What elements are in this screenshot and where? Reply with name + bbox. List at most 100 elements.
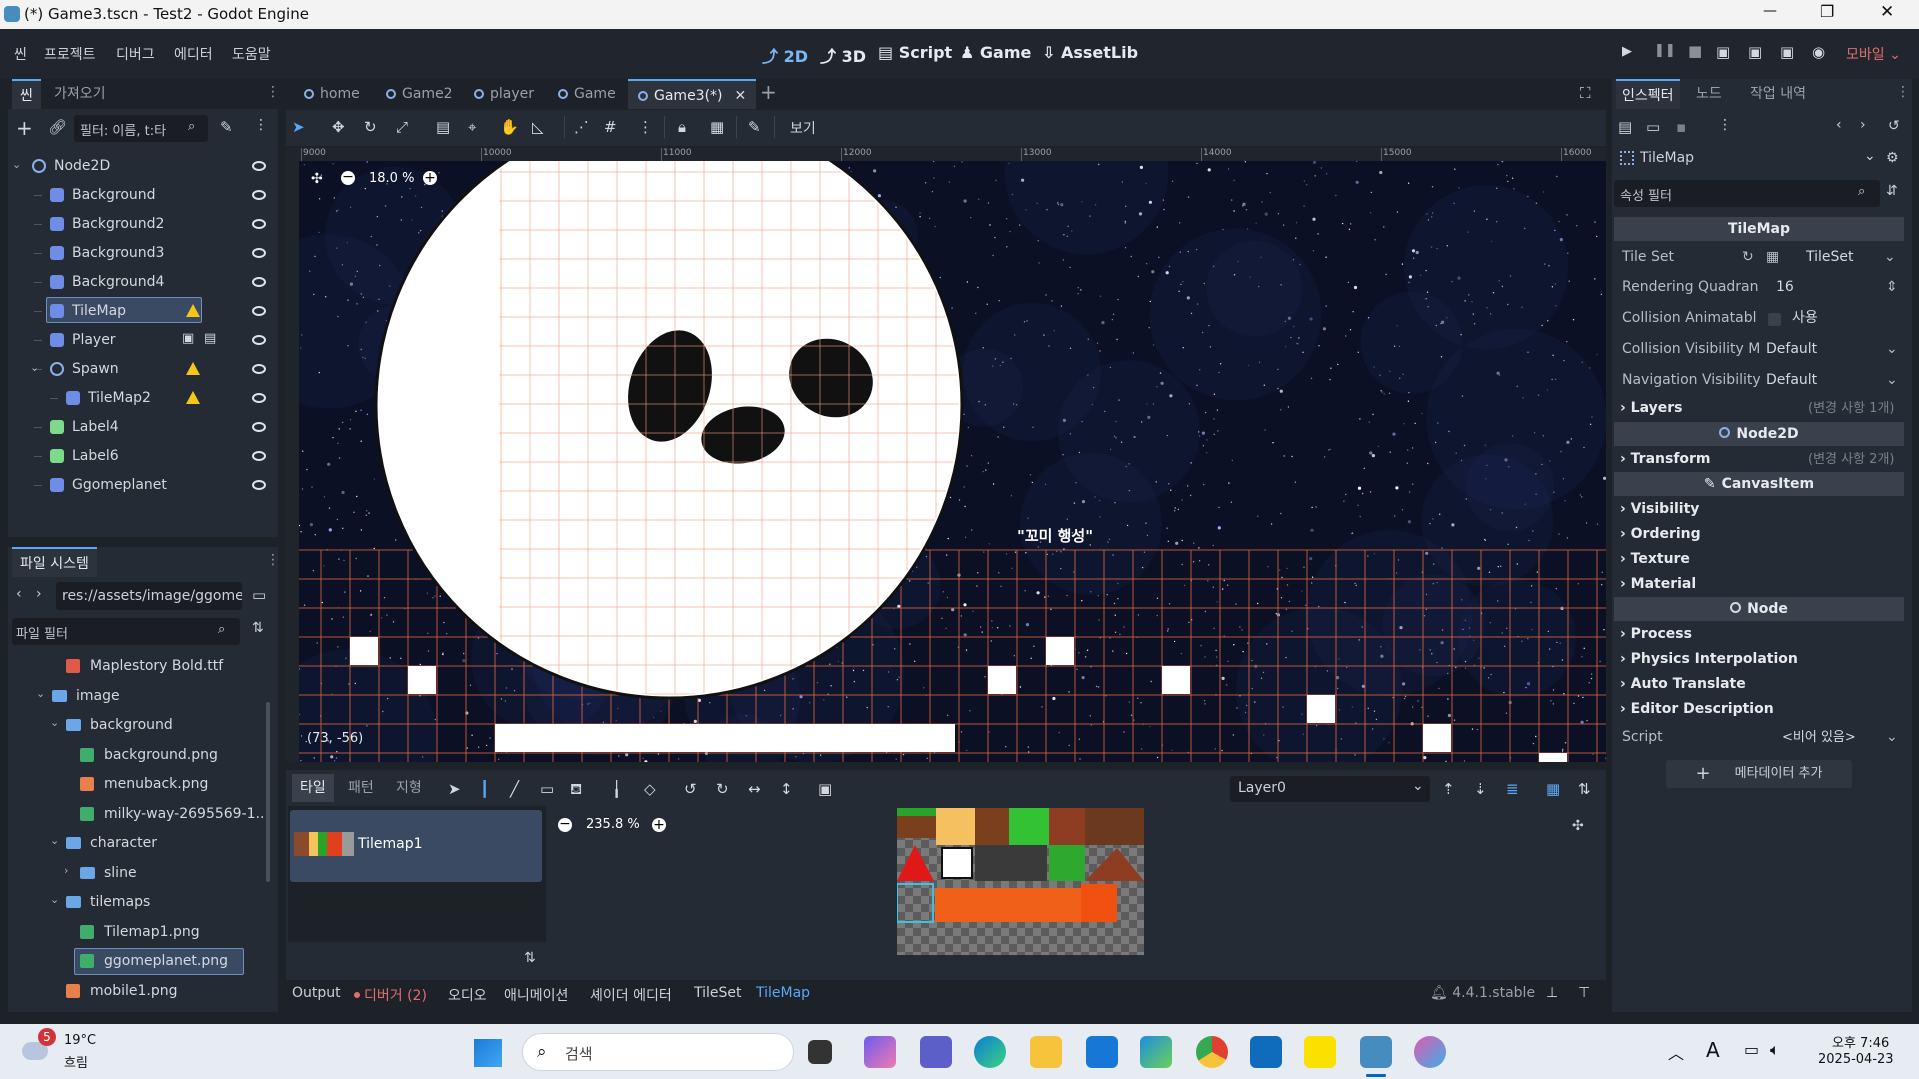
scene-node[interactable]: Background2 — [8, 210, 278, 238]
layer-select[interactable]: Layer0 ⌄ — [1230, 776, 1430, 802]
remote-debug-icon[interactable]: ▣ — [1716, 43, 1730, 61]
prop-script[interactable]: Script <비어 있음> ⌄ — [1612, 722, 1902, 753]
atlas-zoom-in-icon[interactable]: + — [652, 818, 666, 832]
scene-node[interactable]: Background — [8, 181, 278, 209]
scene-node[interactable]: TileMap — [8, 297, 278, 325]
inspector-group[interactable]: › Editor Description — [1620, 697, 1774, 722]
menu-project[interactable]: 프로젝트 — [44, 44, 96, 64]
fs-scrollbar[interactable] — [266, 702, 270, 882]
add-node-icon[interactable]: + — [16, 116, 33, 140]
history-forward-icon[interactable]: › — [1860, 117, 1866, 133]
object-tools-icon[interactable]: ⚙ — [1886, 150, 1899, 166]
scene-node[interactable]: TileMap2 — [8, 384, 278, 412]
new-resource-icon[interactable]: ▤ — [1618, 118, 1632, 136]
scene-node[interactable]: ⌄ Spawn — [8, 355, 278, 383]
warning-icon[interactable] — [186, 304, 200, 317]
warning-icon[interactable] — [186, 391, 200, 404]
bottom-tab[interactable]: 셰이더 에디터 — [590, 985, 672, 1005]
sort-icon[interactable]: ⇅ — [252, 620, 264, 636]
bottom-tab[interactable]: Output — [292, 985, 341, 1001]
prop-tile-set[interactable]: Tile Set ↻ ▦ TileSet ⌄ — [1612, 242, 1902, 273]
property-options-icon[interactable]: ⇵ — [1886, 183, 1898, 199]
inspector-group[interactable]: › Ordering — [1620, 522, 1701, 547]
bottom-tab[interactable]: 오디오 — [448, 985, 487, 1005]
scene-node[interactable]: Ggomeplanet — [8, 471, 278, 499]
tab-filesystem[interactable]: 파일 시스템 — [12, 547, 97, 577]
inspector-more-icon[interactable]: ⋮ — [1718, 117, 1732, 133]
inspector-group[interactable]: › Process — [1620, 622, 1692, 647]
new-tab-icon[interactable]: + — [760, 80, 777, 104]
rotate-tool-icon[interactable]: ↻ — [364, 118, 377, 136]
expand-arrow-icon[interactable]: ⌄ — [50, 893, 59, 906]
view-menu[interactable]: 보기 — [790, 118, 816, 138]
start-icon[interactable] — [474, 1039, 502, 1067]
prop-rendering-quadrant[interactable]: Rendering Quadran 16 ⇕ — [1612, 272, 1902, 303]
menu-editor[interactable]: 에디터 — [174, 44, 213, 64]
expand-arrow-icon[interactable]: ⌄ — [50, 716, 59, 729]
random-tile-icon[interactable]: ▣ — [818, 780, 832, 798]
visibility-eye-icon[interactable] — [252, 248, 266, 258]
store-icon[interactable] — [1086, 1036, 1118, 1068]
renderer-mobile-dropdown[interactable]: 모바일 ⌄ — [1846, 44, 1901, 64]
tilemap-tab[interactable]: 패턴 — [340, 774, 382, 802]
expand-panel-icon[interactable]: ⊤ — [1578, 985, 1590, 1001]
pin-icon[interactable]: ⊥ — [1546, 985, 1558, 1001]
ruler-tool-icon[interactable]: ◺ — [532, 118, 544, 136]
select-tool-icon[interactable]: ➤ — [292, 118, 305, 136]
scene-tab[interactable]: home — [294, 79, 370, 109]
spinner-icon[interactable]: ⇕ — [1886, 272, 1898, 303]
grid-snap-icon[interactable]: # — [604, 118, 617, 136]
zoom-out-icon[interactable]: − — [341, 170, 355, 185]
bottom-tab[interactable]: TileSet — [694, 985, 742, 1001]
mode-assetlib-button[interactable]: ⇩ AssetLib — [1042, 43, 1138, 62]
scene-filter-input[interactable]: 필터: 이름, t:타 ⌕ — [74, 115, 208, 142]
inspector-menu-icon[interactable]: ⋮ — [1896, 84, 1910, 100]
file-item[interactable]: ⌄ tilemaps — [8, 888, 270, 916]
distraction-free-icon[interactable]: ⛶ — [1580, 84, 1591, 102]
visibility-eye-icon[interactable] — [252, 364, 266, 374]
object-selector[interactable]: TileMap ⌄ — [1614, 146, 1882, 172]
collapse-arrow-icon[interactable]: ⌄ — [12, 158, 21, 171]
menu-debug[interactable]: 디버그 — [116, 44, 155, 64]
inspector-tab[interactable]: 인스펙터 — [1616, 79, 1680, 109]
group-layers[interactable]: › Layers (변경 사항 1개) — [1612, 396, 1902, 421]
visibility-eye-icon[interactable] — [252, 277, 266, 287]
pivot-tool-icon[interactable]: ⌖ — [468, 118, 476, 136]
prop-navigation-visibility[interactable]: Navigation Visibility Default ⌄ — [1612, 365, 1902, 396]
property-filter-input[interactable]: 속성 필터 ⌕ — [1614, 180, 1880, 207]
inspector-group[interactable]: › Texture — [1620, 547, 1690, 572]
edge-icon[interactable] — [974, 1036, 1006, 1068]
collapse-arrow-icon[interactable]: ⌄ — [30, 361, 39, 374]
dock-menu-icon[interactable]: ⋮ — [266, 84, 280, 100]
paint-tool-icon[interactable]: ┃ — [480, 780, 489, 798]
file-item[interactable]: ggomeplanet.png — [8, 947, 270, 975]
visibility-eye-icon[interactable] — [252, 480, 266, 490]
tab-import[interactable]: 가져오기 — [46, 79, 114, 109]
mode-game-button[interactable]: ♟ Game — [960, 43, 1031, 62]
lock-icon[interactable]: 🔒︎ — [678, 118, 686, 136]
save-resource-icon[interactable]: ▪ — [1676, 118, 1686, 136]
scene-tab[interactable]: player — [464, 79, 544, 109]
scene-node[interactable]: Player ▣ ▤ — [8, 326, 278, 354]
scene-node[interactable]: Label6 — [8, 442, 278, 470]
visibility-eye-icon[interactable] — [252, 422, 266, 432]
tilemap-tab[interactable]: 타일 — [292, 774, 334, 802]
line-tool-icon[interactable]: ╱ — [510, 780, 519, 798]
teams-icon[interactable] — [920, 1036, 952, 1068]
scene-node[interactable]: ⌄ Node2D — [8, 152, 278, 180]
eraser-tool-icon[interactable]: ◇ — [644, 780, 656, 798]
file-item[interactable]: milky-way-2695569-1.... — [8, 800, 270, 828]
viewport-canvas[interactable]: "꼬미 행성" ✣ − 18.0 % + (73, -56) — [299, 161, 1606, 762]
visibility-eye-icon[interactable] — [252, 161, 266, 171]
volume-icon[interactable]: 🔈︎ — [1770, 1040, 1780, 1060]
scene-menu-icon[interactable]: ⋮ — [254, 117, 268, 133]
add-metadata-button[interactable]: + 메타데이터 추가 — [1666, 760, 1852, 788]
godot-taskbar-icon[interactable] — [1360, 1036, 1392, 1068]
file-item[interactable]: menuback.png — [8, 770, 270, 798]
tray-chevron-icon[interactable]: ︿ — [1668, 1040, 1684, 1064]
prop-collision-animatable[interactable]: Collision Animatabl 사용 — [1612, 303, 1902, 334]
highlight-layer-icon[interactable]: ≣ — [1506, 780, 1519, 798]
menu-help[interactable]: 도움말 — [232, 44, 271, 64]
expand-arrow-icon[interactable]: ⌄ — [36, 687, 45, 700]
scene-node[interactable]: Background3 — [8, 239, 278, 267]
